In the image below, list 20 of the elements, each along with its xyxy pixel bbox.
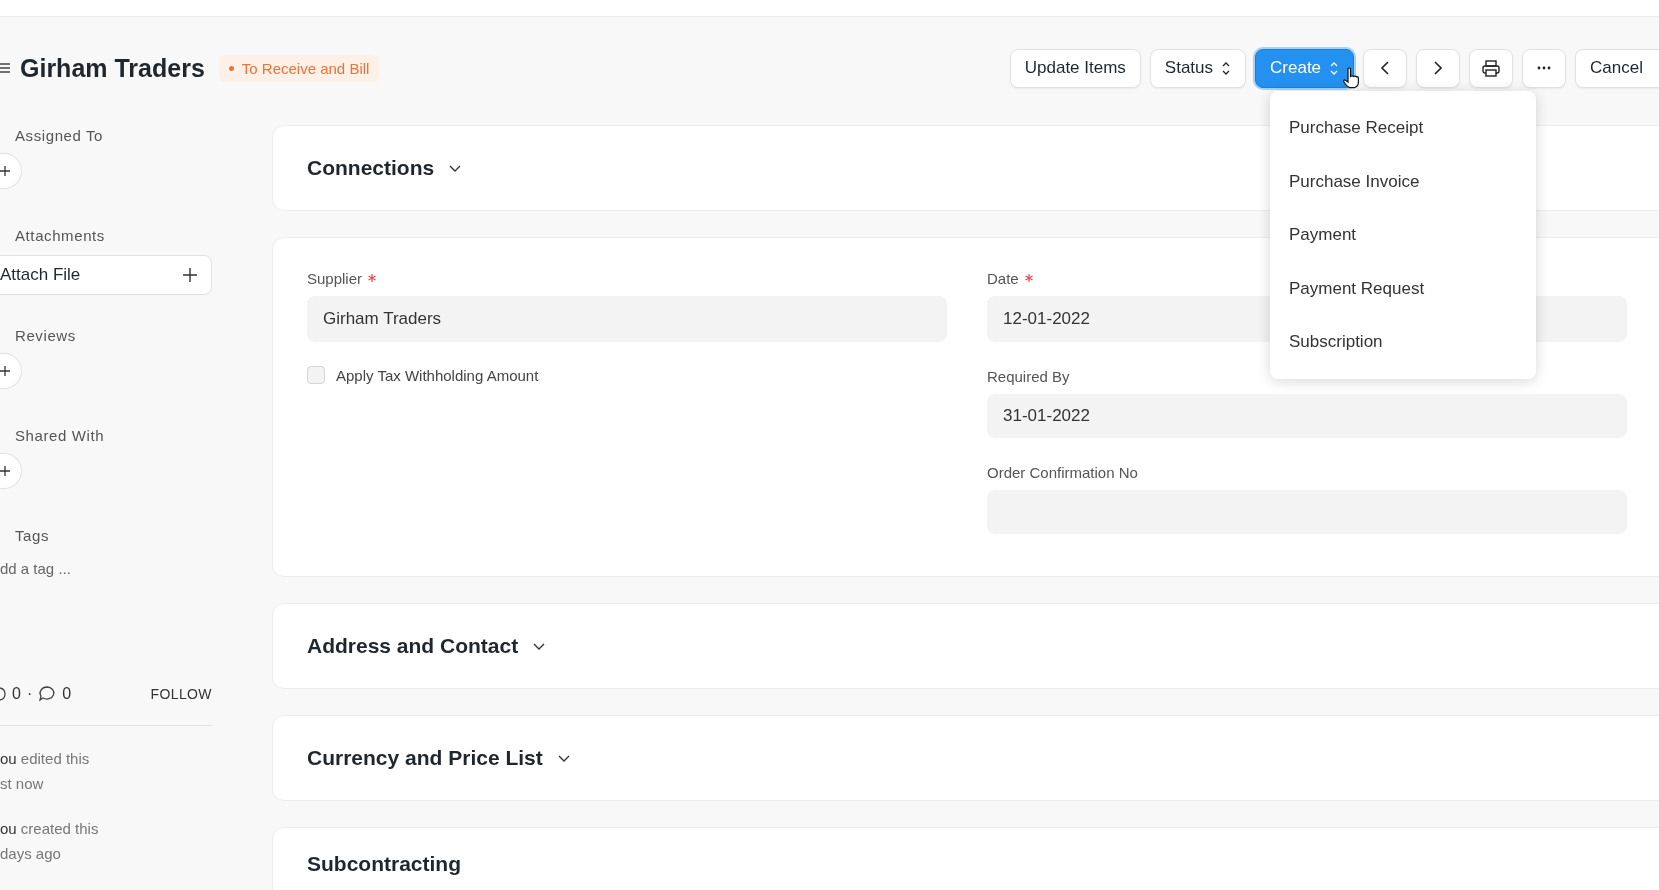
field-label: Order Confirmation No <box>987 462 1138 482</box>
checkbox-label: Apply Tax Withholding Amount <box>336 366 539 384</box>
comment-count: 0 <box>62 685 72 703</box>
section-heading: Attachments <box>15 226 105 246</box>
like-count: 0 <box>12 685 21 703</box>
section-title: Subcontracting <box>307 852 461 875</box>
page-title: Girham Traders <box>20 53 205 83</box>
field-label: Required By <box>987 366 1070 386</box>
activity-time: st now <box>0 774 44 794</box>
activity-text: ou created this <box>0 819 99 839</box>
section-heading: Tags <box>15 526 50 546</box>
section-heading: Reviews <box>15 326 76 346</box>
status-badge: To Receive and Bill <box>218 54 380 82</box>
field-label: Date <box>987 268 1033 288</box>
section-heading: Shared With <box>15 426 105 446</box>
activity-text: ou edited this <box>0 749 90 769</box>
activity-time: days ago <box>0 844 61 864</box>
section-heading: Assigned To <box>15 126 104 146</box>
separator-dot: · <box>26 685 33 703</box>
field-label: Supplier <box>307 268 377 288</box>
